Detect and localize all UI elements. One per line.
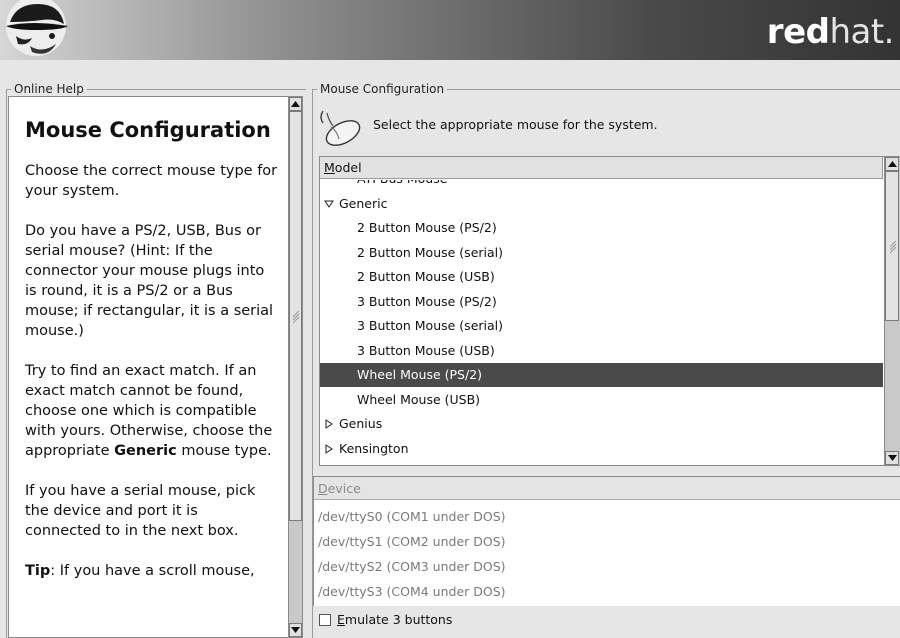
device-column-header: Device bbox=[314, 477, 900, 500]
brand-wordmark: redhat. bbox=[766, 12, 895, 52]
device-row[interactable]: /dev/ttyS2 (COM3 under DOS) bbox=[318, 559, 506, 575]
model-row[interactable]: 2 Button Mouse (USB) bbox=[320, 265, 883, 289]
online-help-label: Online Help bbox=[11, 81, 87, 97]
mouse-icon bbox=[320, 110, 361, 146]
model-scroll-up-button[interactable] bbox=[885, 157, 899, 171]
grip-icon bbox=[293, 310, 299, 324]
mouse-prompt: Select the appropriate mouse for the sys… bbox=[373, 117, 658, 132]
help-tip: Tip: If you have a scroll mouse, bbox=[25, 561, 278, 581]
device-row[interactable]: /dev/ttyS0 (COM1 under DOS) bbox=[318, 509, 506, 525]
arrow-up-icon bbox=[887, 161, 897, 167]
help-text-span: mouse type. bbox=[176, 443, 272, 459]
model-row[interactable]: 3 Button Mouse (serial) bbox=[320, 314, 883, 338]
help-content: Mouse Configuration Choose the correct m… bbox=[9, 97, 288, 581]
model-row-label: Kensington bbox=[339, 440, 409, 456]
model-scroll-down-button[interactable] bbox=[885, 451, 899, 465]
model-row-label: ATI Bus Mouse bbox=[357, 180, 447, 191]
model-row-label: 3 Button Mouse (PS/2) bbox=[357, 293, 497, 309]
model-header-label: Model bbox=[324, 160, 362, 175]
model-row[interactable]: Wheel Mouse (PS/2) bbox=[320, 363, 883, 387]
emulate-3-buttons-label[interactable]: Emulate 3 buttons bbox=[337, 612, 452, 628]
model-row-label: 3 Button Mouse (serial) bbox=[357, 318, 504, 333]
model-scroll-thumb[interactable] bbox=[885, 171, 899, 321]
help-paragraph: Do you have a PS/2, USB, Bus or serial m… bbox=[25, 223, 274, 339]
help-scroll-down-button[interactable] bbox=[289, 623, 302, 637]
model-row-label: 3 Button Mouse (USB) bbox=[357, 342, 495, 358]
model-rows: ATI Bus Mouse Generic 2 Button Mouse (PS/2… bbox=[320, 180, 883, 465]
model-row[interactable]: 2 Button Mouse (PS/2) bbox=[320, 216, 883, 240]
expander-collapsed-icon[interactable] bbox=[324, 443, 334, 454]
model-row-label: Generic bbox=[339, 195, 388, 211]
device-row[interactable]: /dev/ttyS1 (COM2 under DOS) bbox=[318, 534, 506, 550]
help-paragraph: Try to find an exact match. If an exact … bbox=[25, 361, 278, 461]
help-title: Mouse Configuration bbox=[25, 118, 271, 142]
mouse-configuration-label: Mouse Configuration bbox=[317, 81, 448, 97]
arrow-down-icon bbox=[291, 627, 300, 633]
model-row[interactable]: 2 Button Mouse (serial) bbox=[320, 241, 883, 265]
model-row-label: Genius bbox=[339, 416, 383, 431]
help-scrollbar[interactable] bbox=[288, 96, 303, 638]
model-column-header[interactable]: Model bbox=[320, 157, 883, 179]
arrow-up-icon bbox=[291, 101, 300, 107]
header-banner: redhat. bbox=[0, 0, 900, 60]
model-row-label: 2 Button Mouse (serial) bbox=[357, 244, 504, 260]
mnemonic-letter: M bbox=[324, 160, 335, 175]
emulate-3-buttons-checkbox[interactable] bbox=[319, 614, 331, 626]
device-row[interactable]: /dev/ttyS3 (COM4 under DOS) bbox=[318, 584, 506, 600]
model-row[interactable]: Genius bbox=[320, 412, 883, 436]
model-row[interactable]: 3 Button Mouse (USB) bbox=[320, 339, 883, 363]
help-text-area[interactable]: Mouse Configuration Choose the correct m… bbox=[8, 96, 288, 638]
help-paragraph: If you have a serial mouse, pick the dev… bbox=[25, 483, 256, 539]
brand-bold: red bbox=[766, 12, 830, 52]
expander-expanded-icon[interactable] bbox=[324, 199, 334, 209]
arrow-down-icon bbox=[887, 455, 897, 461]
help-scroll-thumb[interactable] bbox=[289, 111, 302, 521]
help-generic-bold: Generic bbox=[114, 443, 177, 459]
model-row[interactable]: 3 Button Mouse (PS/2) bbox=[320, 290, 883, 314]
model-row[interactable]: Generic bbox=[320, 192, 883, 216]
device-header-label: Device bbox=[318, 481, 361, 496]
model-scrollbar[interactable] bbox=[884, 157, 900, 465]
help-scroll-up-button[interactable] bbox=[289, 97, 302, 111]
brand-light: hat. bbox=[829, 12, 894, 52]
model-row[interactable]: ATI Bus Mouse bbox=[320, 180, 883, 191]
mnemonic-letter: E bbox=[337, 612, 345, 627]
help-tip-text: : If you have a scroll mouse, bbox=[50, 563, 255, 579]
expander-collapsed-icon[interactable] bbox=[324, 419, 334, 429]
model-row-label: Wheel Mouse (PS/2) bbox=[357, 367, 483, 382]
shadowman-logo-icon bbox=[6, 0, 68, 56]
help-paragraph: Choose the correct mouse type for your s… bbox=[25, 163, 278, 199]
model-row-label: Wheel Mouse (USB) bbox=[357, 391, 481, 407]
model-row[interactable]: Wheel Mouse (USB) bbox=[320, 388, 883, 412]
model-row[interactable]: Kensington bbox=[320, 437, 883, 461]
help-tip-bold: Tip bbox=[25, 563, 51, 579]
model-row-label: 2 Button Mouse (PS/2) bbox=[357, 220, 497, 235]
grip-icon bbox=[890, 240, 896, 254]
model-row-label: 2 Button Mouse (USB) bbox=[357, 269, 495, 284]
mnemonic-letter: D bbox=[318, 481, 328, 496]
